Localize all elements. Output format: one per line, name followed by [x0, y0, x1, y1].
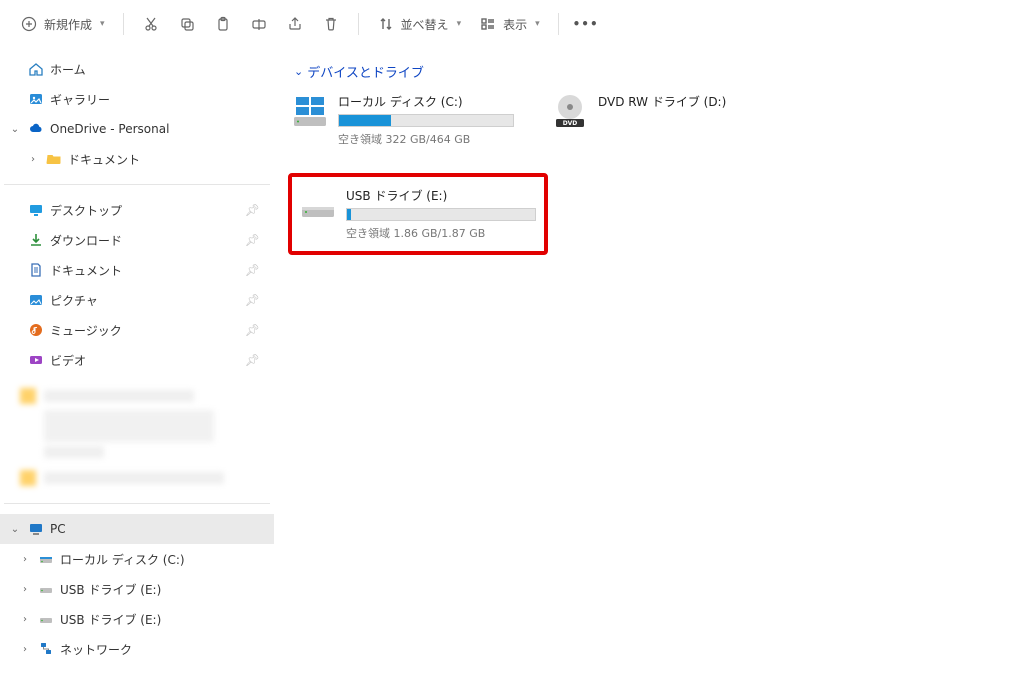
- sort-icon: [377, 15, 395, 33]
- sidebar-item-documents[interactable]: › ドキュメント: [0, 144, 274, 174]
- navigation-sidebar: ホーム ギャラリー ⌄ OneDrive - Personal › ドキュメント: [0, 48, 274, 693]
- cloud-icon: [28, 121, 44, 137]
- dvd-drive-icon: DVD: [552, 93, 588, 129]
- divider: [558, 13, 559, 35]
- cut-button[interactable]: [134, 9, 168, 39]
- svg-text:DVD: DVD: [563, 120, 578, 127]
- paste-icon: [214, 15, 232, 33]
- view-label: 表示: [503, 16, 527, 33]
- drive-e-highlighted[interactable]: USB ドライブ (E:) 空き領域 1.86 GB/1.87 GB: [288, 173, 548, 255]
- drive-title: ローカル ディスク (C:): [338, 93, 514, 110]
- sidebar-item-downloads[interactable]: ダウンロード 📌︎: [0, 225, 274, 255]
- chevron-right-icon[interactable]: ›: [18, 614, 32, 625]
- usb-icon: [38, 581, 54, 597]
- drive-free-space: 空き領域 322 GB/464 GB: [338, 131, 514, 147]
- windows-disk-icon: [292, 93, 328, 129]
- chevron-down-icon: ▾: [535, 19, 540, 29]
- pin-icon: 📌︎: [245, 233, 260, 247]
- sidebar-item-home[interactable]: ホーム: [0, 54, 274, 84]
- sidebar-item-videos[interactable]: ビデオ 📌︎: [0, 345, 274, 375]
- rename-button[interactable]: [242, 9, 276, 39]
- pin-icon: 📌︎: [245, 263, 260, 277]
- plus-circle-icon: [20, 15, 38, 33]
- sidebar-item-gallery[interactable]: ギャラリー: [0, 84, 274, 114]
- chevron-down-icon: ▾: [457, 19, 462, 29]
- folder-icon: [46, 151, 62, 167]
- pc-icon: [28, 521, 44, 537]
- delete-button[interactable]: [314, 9, 348, 39]
- divider: [4, 503, 270, 504]
- chevron-right-icon[interactable]: ›: [18, 584, 32, 595]
- trash-icon: [322, 15, 340, 33]
- home-icon: [28, 61, 44, 77]
- drive-title: USB ドライブ (E:): [346, 187, 536, 204]
- download-icon: [28, 232, 44, 248]
- sidebar-item-music[interactable]: ミュージック 📌︎: [0, 315, 274, 345]
- drive-d[interactable]: DVD DVD RW ドライブ (D:): [548, 89, 758, 151]
- main-pane: ⌄ デバイスとドライブ ローカル ディスク (C:) 空き領域 322 GB/4…: [274, 48, 1024, 693]
- sidebar-item-network[interactable]: › ネットワーク: [0, 634, 274, 664]
- toolbar: 新規作成 ▾ 並べ替え ▾ 表示 ▾ •••: [0, 0, 1024, 48]
- paste-button[interactable]: [206, 9, 240, 39]
- sidebar-item-pictures[interactable]: ピクチャ 📌︎: [0, 285, 274, 315]
- sort-label: 並べ替え: [401, 16, 449, 33]
- sidebar-item-onedrive[interactable]: ⌄ OneDrive - Personal: [0, 114, 274, 144]
- sidebar-item-documents2[interactable]: ドキュメント 📌︎: [0, 255, 274, 285]
- pictures-icon: [28, 292, 44, 308]
- usb-icon: [38, 611, 54, 627]
- share-button[interactable]: [278, 9, 312, 39]
- divider: [123, 13, 124, 35]
- pin-icon: 📌︎: [245, 323, 260, 337]
- group-header-devices[interactable]: ⌄ デバイスとドライブ: [294, 62, 424, 81]
- divider: [4, 184, 270, 185]
- drive-free-space: 空き領域 1.86 GB/1.87 GB: [346, 225, 536, 241]
- sidebar-item-desktop[interactable]: デスクトップ 📌︎: [0, 195, 274, 225]
- chevron-right-icon[interactable]: ›: [18, 644, 32, 655]
- pin-icon: 📌︎: [245, 293, 260, 307]
- usb-drive-icon: [300, 187, 336, 223]
- music-icon: [28, 322, 44, 338]
- chevron-right-icon[interactable]: ›: [26, 154, 40, 165]
- video-icon: [28, 352, 44, 368]
- view-icon: [479, 15, 497, 33]
- drive-usage-bar: [346, 208, 536, 221]
- redacted-area: [0, 381, 274, 493]
- cut-icon: [142, 15, 160, 33]
- desktop-icon: [28, 202, 44, 218]
- sidebar-item-usb2[interactable]: › USB ドライブ (E:): [0, 604, 274, 634]
- chevron-down-icon[interactable]: ⌄: [8, 124, 22, 135]
- network-icon: [38, 641, 54, 657]
- view-button[interactable]: 表示 ▾: [471, 9, 548, 39]
- chevron-right-icon[interactable]: ›: [18, 554, 32, 565]
- copy-icon: [178, 15, 196, 33]
- chevron-down-icon[interactable]: ⌄: [8, 524, 22, 535]
- chevron-down-icon: ⌄: [294, 65, 303, 78]
- sidebar-item-usb1[interactable]: › USB ドライブ (E:): [0, 574, 274, 604]
- chevron-down-icon: ▾: [100, 19, 105, 29]
- pin-icon: 📌︎: [245, 203, 260, 217]
- drive-title: DVD RW ドライブ (D:): [598, 93, 754, 110]
- document-icon: [28, 262, 44, 278]
- sidebar-item-pc[interactable]: ⌄ PC: [0, 514, 274, 544]
- drive-usage-bar: [338, 114, 514, 127]
- pin-icon: 📌︎: [245, 353, 260, 367]
- rename-icon: [250, 15, 268, 33]
- copy-button[interactable]: [170, 9, 204, 39]
- sort-button[interactable]: 並べ替え ▾: [369, 9, 470, 39]
- divider: [358, 13, 359, 35]
- share-icon: [286, 15, 304, 33]
- sidebar-item-localdisk[interactable]: › ローカル ディスク (C:): [0, 544, 274, 574]
- new-label: 新規作成: [44, 16, 92, 33]
- more-icon: •••: [577, 15, 595, 33]
- more-button[interactable]: •••: [569, 9, 603, 39]
- disk-icon: [38, 551, 54, 567]
- drive-c[interactable]: ローカル ディスク (C:) 空き領域 322 GB/464 GB: [288, 89, 518, 151]
- gallery-icon: [28, 91, 44, 107]
- new-button[interactable]: 新規作成 ▾: [12, 9, 113, 39]
